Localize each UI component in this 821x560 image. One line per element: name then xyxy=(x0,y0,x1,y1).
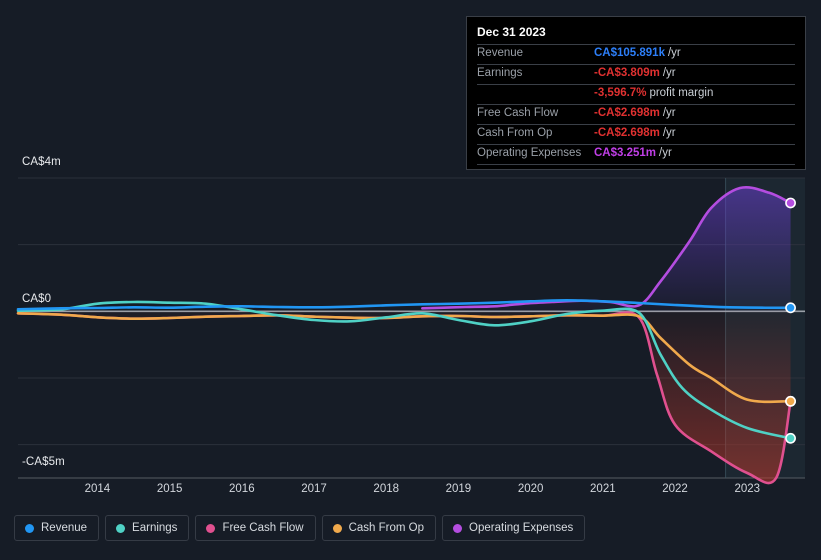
x-axis-tick-label: 2022 xyxy=(662,483,688,495)
legend-item-label: Earnings xyxy=(132,522,178,534)
legend-item-revenue[interactable]: Revenue xyxy=(14,515,100,541)
legend-color-dot-icon xyxy=(453,523,463,533)
legend-color-dot-icon xyxy=(25,523,34,533)
chart-tooltip: Dec 31 2023 Revenue CA$105.891k/yr Earning… xyxy=(466,16,806,170)
legend-item-label: Free Cash Flow xyxy=(222,522,304,534)
legend-item-operating-expenses[interactable]: Operating Expenses xyxy=(442,515,586,541)
tooltip-row-value: -3,596.7% xyxy=(594,87,647,99)
tooltip-row-label: Free Cash Flow xyxy=(477,107,559,119)
legend-item-label: Revenue xyxy=(41,522,88,534)
tooltip-row-unit: /yr xyxy=(662,127,676,139)
x-axis-tick-label: 2019 xyxy=(445,483,472,495)
tooltip-row-label: Operating Expenses xyxy=(477,147,582,159)
tooltip-row-label: Cash From Op xyxy=(477,127,553,139)
tooltip-row: Earnings -CA$3.809m/yr xyxy=(477,65,795,85)
legend-color-dot-icon xyxy=(206,523,216,533)
legend-item-label: Cash From Op xyxy=(348,522,425,534)
x-axis-tick-label: 2023 xyxy=(734,483,761,495)
tooltip-row-value: CA$105.891k xyxy=(594,47,665,59)
tooltip-row-value: -CA$2.698m xyxy=(594,107,660,119)
tooltip-row-value: CA$3.251m xyxy=(594,147,657,159)
legend-color-dot-icon xyxy=(332,523,342,533)
legend-item-earnings[interactable]: Earnings xyxy=(105,515,190,541)
x-axis-tick-label: 2015 xyxy=(156,483,183,495)
legend-item-free-cash-flow[interactable]: Free Cash Flow xyxy=(195,515,316,541)
tooltip-date: Dec 31 2023 xyxy=(477,23,795,45)
tooltip-row: Operating Expenses CA$3.251m/yr xyxy=(477,145,795,165)
tooltip-row-label: Revenue xyxy=(477,47,524,59)
legend-color-dot-icon xyxy=(116,523,126,533)
tooltip-row-label: Earnings xyxy=(477,67,523,79)
legend-item-label: Operating Expenses xyxy=(469,522,574,534)
x-axis-tick-label: 2018 xyxy=(373,483,400,495)
x-axis-tick-label: 2016 xyxy=(229,483,255,495)
tooltip-row-unit: profit margin xyxy=(649,87,714,99)
x-axis-tick-label: 2017 xyxy=(301,483,327,495)
chart-legend[interactable]: Revenue Earnings Free Cash Flow Cash From O… xyxy=(14,515,586,541)
tooltip-row-unit: /yr xyxy=(662,67,676,79)
y-axis-tick-label: CA$0 xyxy=(22,293,52,306)
x-axis-tick-label: 2020 xyxy=(517,483,544,495)
tooltip-row-unit: /yr xyxy=(667,47,681,59)
tooltip-row-value: -CA$2.698m xyxy=(594,127,660,139)
tooltip-row: Cash From Op -CA$2.698m/yr xyxy=(477,125,795,145)
tooltip-row-value: -CA$3.809m xyxy=(594,67,660,79)
tooltip-row: -3,596.7% profit margin xyxy=(477,85,795,105)
tooltip-row-unit: /yr xyxy=(662,107,676,119)
y-axis-tick-label: -CA$5m xyxy=(22,456,65,468)
legend-item-cash-from-op[interactable]: Cash From Op xyxy=(321,515,437,541)
x-axis-tick-label: 2014 xyxy=(84,483,111,495)
tooltip-row: Free Cash Flow -CA$2.698m/yr xyxy=(477,105,795,125)
y-axis-tick-label: CA$4m xyxy=(22,156,61,168)
tooltip-row-unit: /yr xyxy=(659,147,672,159)
tooltip-row: Revenue CA$105.891k/yr xyxy=(477,45,795,65)
tooltip-rows: Revenue CA$105.891k/yr Earnings -CA$3.809m /… xyxy=(477,45,795,165)
x-axis-tick-label: 2021 xyxy=(590,483,616,495)
